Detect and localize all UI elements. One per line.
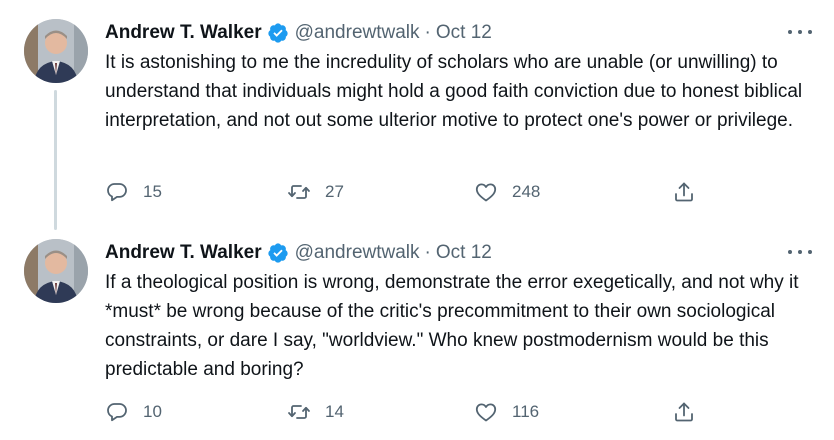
retweet-icon — [288, 405, 310, 419]
retweet-count: 27 — [325, 182, 344, 201]
tweet-date[interactable]: Oct 12 — [436, 242, 492, 264]
like-button[interactable]: 248 — [474, 178, 540, 206]
author-handle[interactable]: @andrewtwalk — [295, 22, 420, 44]
tweet-date[interactable]: Oct 12 — [436, 22, 492, 44]
tweet-actions: 10 14 116 — [0, 398, 834, 426]
more-options-button[interactable] — [788, 242, 812, 262]
heart-icon — [475, 403, 497, 422]
author-handle[interactable]: @andrewtwalk — [295, 242, 420, 264]
reply-count: 15 — [143, 182, 162, 201]
reply-icon — [107, 183, 127, 202]
avatar[interactable] — [24, 239, 88, 303]
verified-badge-icon — [267, 243, 288, 263]
thread-connector-line — [54, 90, 57, 230]
retweet-count: 14 — [325, 402, 344, 421]
share-icon — [675, 182, 693, 202]
avatar-photo-icon — [24, 239, 88, 303]
share-button[interactable] — [672, 398, 696, 426]
like-button[interactable]: 116 — [474, 398, 539, 426]
avatar-photo-icon — [24, 19, 88, 83]
tweet-header: Andrew T. Walker @andrewtwalk · Oct 12 — [105, 20, 492, 46]
tweet-text: If a theological position is wrong, demo… — [105, 272, 799, 380]
like-count: 248 — [512, 182, 541, 201]
more-horizontal-icon — [788, 250, 792, 254]
share-icon — [675, 402, 693, 422]
author-name[interactable]: Andrew T. Walker — [105, 242, 262, 264]
retweet-icon — [288, 185, 310, 199]
more-options-button[interactable] — [788, 22, 812, 42]
verified-badge-icon — [267, 23, 288, 43]
header-separator: · — [424, 242, 431, 263]
reply-button[interactable]: 15 — [105, 178, 162, 206]
author-name[interactable]: Andrew T. Walker — [105, 22, 262, 44]
tweet[interactable]: Andrew T. Walker @andrewtwalk · Oct 12 I… — [0, 0, 834, 230]
heart-icon — [475, 183, 497, 202]
tweet[interactable]: Andrew T. Walker @andrewtwalk · Oct 12 I… — [0, 220, 834, 440]
retweet-button[interactable]: 14 — [287, 398, 344, 426]
header-separator: · — [424, 22, 431, 43]
retweet-button[interactable]: 27 — [287, 178, 344, 206]
reply-icon — [107, 403, 127, 422]
more-horizontal-icon — [788, 30, 792, 34]
reply-button[interactable]: 10 — [105, 398, 162, 426]
tweet-header: Andrew T. Walker @andrewtwalk · Oct 12 — [105, 240, 492, 266]
tweet-text: It is astonishing to me the incredulity … — [105, 52, 803, 131]
reply-count: 10 — [143, 402, 162, 421]
share-button[interactable] — [672, 178, 696, 206]
avatar[interactable] — [24, 19, 88, 83]
tweet-actions: 15 27 248 — [0, 178, 834, 206]
like-count: 116 — [512, 402, 540, 421]
